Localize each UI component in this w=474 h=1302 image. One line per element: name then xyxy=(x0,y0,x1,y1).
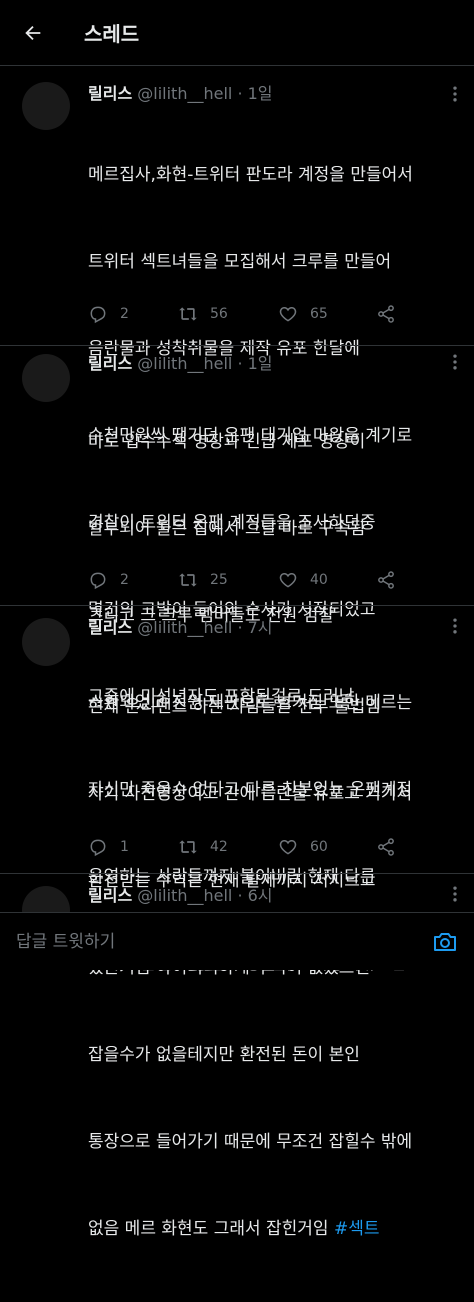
author-handle[interactable]: @lilith__hell xyxy=(137,886,232,905)
reply-bar xyxy=(0,912,474,970)
share-icon xyxy=(378,305,394,323)
reply-count: 2 xyxy=(120,306,129,322)
tweet-actions: 2 56 65 xyxy=(88,302,458,326)
more-icon[interactable] xyxy=(445,616,465,636)
like-icon xyxy=(279,839,297,855)
retweet-button[interactable]: 42 xyxy=(178,835,228,859)
retweet-count: 56 xyxy=(210,306,228,322)
like-button[interactable]: 60 xyxy=(278,835,328,859)
tweet-actions: 2 25 40 xyxy=(88,568,458,592)
tweet-line-text: 없음 메르 화현도 그래서 잡힌거임 xyxy=(88,1219,329,1239)
reply-count: 1 xyxy=(120,839,129,855)
hashtag-link[interactable]: #섹트 xyxy=(334,1219,380,1239)
share-button[interactable] xyxy=(376,835,408,859)
header: 스레드 xyxy=(0,0,474,66)
reply-button[interactable]: 1 xyxy=(88,835,129,859)
tweet-line: 현재 온리팬스 하는 사람들은 전부 불법임 xyxy=(88,697,381,717)
like-icon xyxy=(279,572,297,588)
retweet-count: 25 xyxy=(210,572,228,588)
tweet[interactable]: 릴리스 @lilith__hell · 1일 바로 압수수색 영장과 긴급 체포… xyxy=(0,346,474,974)
more-icon[interactable] xyxy=(445,84,465,104)
retweet-button[interactable]: 25 xyxy=(178,568,228,592)
back-arrow-icon[interactable] xyxy=(22,22,44,44)
tweet-actions: 1 42 60 xyxy=(88,835,458,859)
like-icon xyxy=(279,306,297,322)
avatar[interactable] xyxy=(22,886,70,912)
page-title: 스레드 xyxy=(84,22,140,46)
tweet-header: 릴리스 @lilith__hell · 6시 xyxy=(88,882,273,906)
share-button[interactable] xyxy=(376,568,408,592)
tweet-line: 발부되어 둘은 집에서 그날 바로 구속됨 xyxy=(88,519,366,539)
reply-button[interactable]: 2 xyxy=(88,568,129,592)
reply-icon xyxy=(90,839,106,857)
tweet-time[interactable]: · 6시 xyxy=(237,886,272,905)
tweet[interactable]: 릴리스 @lilith__hell · 1일 메르집사,화현-트위터 판도라 계… xyxy=(0,66,474,707)
reply-count: 2 xyxy=(120,572,129,588)
reply-input[interactable] xyxy=(14,925,418,959)
tweet-line: 없음 메르 화현도 그래서 잡힌거임 #섹트 xyxy=(88,1215,468,1244)
tweet-line: 통장으로 들어가기 때문에 무조건 잡힐수 밖에 xyxy=(88,1132,413,1152)
author-name[interactable]: 릴리스 xyxy=(88,84,132,103)
tweet-time[interactable]: · 1일 xyxy=(237,84,272,103)
tweet-header: 릴리스 @lilith__hell · 1일 xyxy=(88,80,273,104)
author-handle[interactable]: @lilith__hell xyxy=(137,84,232,103)
retweet-button[interactable]: 56 xyxy=(178,302,228,326)
tweet-line: 바로 압수수색 영장과 긴급 체포 영상이 xyxy=(88,432,366,452)
more-icon[interactable] xyxy=(445,884,465,904)
avatar[interactable] xyxy=(22,354,70,402)
share-icon xyxy=(378,571,394,589)
like-count: 60 xyxy=(310,839,328,855)
retweet-icon xyxy=(179,307,197,321)
like-count: 40 xyxy=(310,572,328,588)
more-icon[interactable] xyxy=(445,352,465,372)
reply-icon xyxy=(90,306,106,324)
avatar[interactable] xyxy=(22,618,70,666)
like-count: 65 xyxy=(310,306,328,322)
author-name[interactable]: 릴리스 xyxy=(88,886,132,905)
retweet-icon xyxy=(179,573,197,587)
like-button[interactable]: 40 xyxy=(278,568,328,592)
tweet[interactable]: 릴리스 @lilith__hell · 6시 xyxy=(0,874,474,912)
like-button[interactable]: 65 xyxy=(278,302,328,326)
retweet-icon xyxy=(179,840,197,854)
tweet-line: 트위터 섹트녀들을 모집해서 크루를 만들어 xyxy=(88,252,392,272)
camera-icon[interactable] xyxy=(432,930,458,954)
tweet-line: 자기 사진영상이고 간에 음란물 유포고 거기서 xyxy=(88,784,413,804)
tweet[interactable]: 릴리스 @lilith__hell · 7시 현재 온리팬스 하는 사람들은 전… xyxy=(0,606,474,1239)
tweet-line: 메르집사,화현-트위터 판도라 계정을 만들어서 xyxy=(88,165,413,185)
reply-icon xyxy=(90,572,106,590)
reply-button[interactable]: 2 xyxy=(88,302,129,326)
tweet-line: 잡을수가 없을테지만 환전된 돈이 본인 xyxy=(88,1045,360,1065)
share-button[interactable] xyxy=(376,302,408,326)
retweet-count: 42 xyxy=(210,839,228,855)
share-icon xyxy=(378,838,394,856)
avatar[interactable] xyxy=(22,82,70,130)
